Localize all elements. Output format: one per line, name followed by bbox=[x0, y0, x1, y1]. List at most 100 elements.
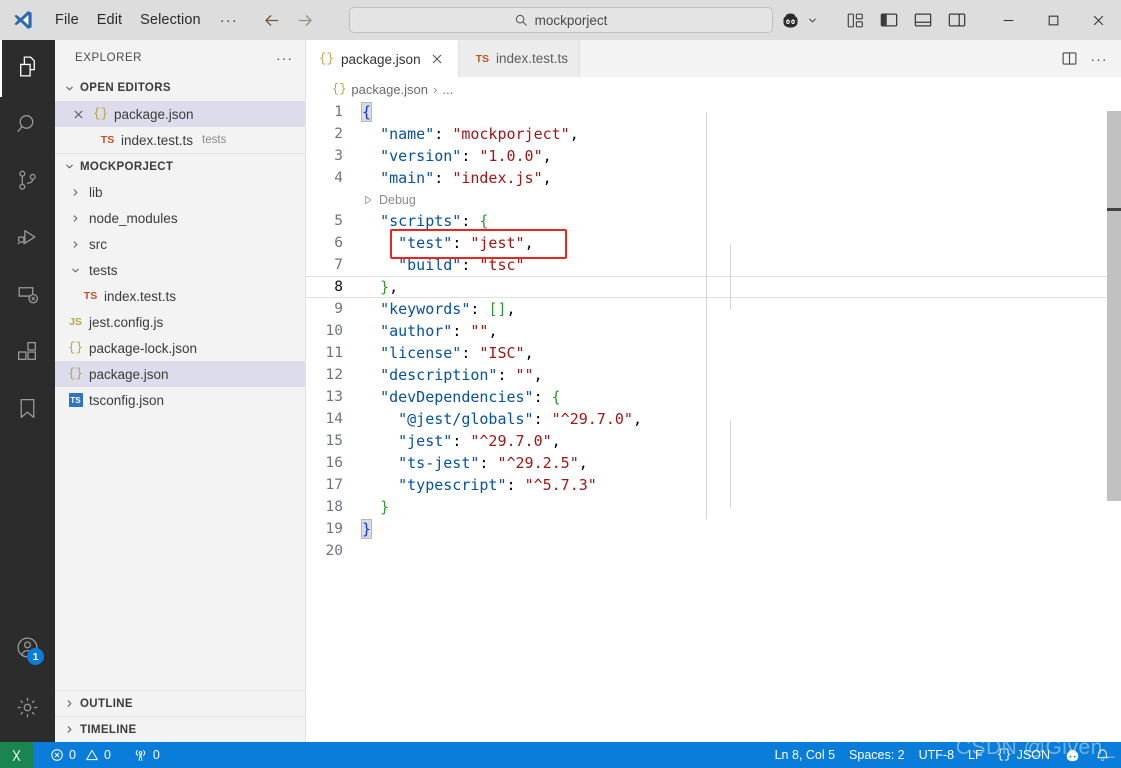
code-token: "^29.7.0" bbox=[470, 432, 552, 450]
eol-label: LF bbox=[968, 748, 983, 762]
chevron-down-icon[interactable] bbox=[807, 15, 818, 26]
activitybar-item-search[interactable] bbox=[0, 97, 55, 154]
split-editor-icon[interactable] bbox=[1055, 45, 1083, 73]
menu-file[interactable]: File bbox=[46, 9, 88, 32]
activitybar-item-accounts[interactable]: 1 bbox=[0, 621, 55, 678]
tsconfig-file-icon: TS bbox=[66, 393, 85, 407]
status-encoding[interactable]: UTF-8 bbox=[912, 742, 961, 768]
code-line[interactable]: 3 "version": "1.0.0", bbox=[306, 145, 1121, 167]
more-actions-icon[interactable]: ··· bbox=[276, 50, 293, 66]
menu-more[interactable]: ··· bbox=[210, 12, 248, 29]
tree-item-lib[interactable]: lib bbox=[55, 179, 305, 205]
section-label: OPEN EDITORS bbox=[80, 82, 171, 94]
code-line[interactable]: 20 bbox=[306, 540, 1121, 562]
status-language-mode[interactable]: {} JSON bbox=[990, 742, 1057, 768]
activitybar-item-manage[interactable] bbox=[0, 678, 55, 742]
section-outline[interactable]: OUTLINE bbox=[55, 690, 305, 716]
activity-bar: 1 bbox=[0, 40, 55, 742]
minimize-icon[interactable] bbox=[986, 0, 1031, 40]
section-open-editors[interactable]: OPEN EDITORS bbox=[55, 75, 305, 101]
remote-indicator-icon[interactable] bbox=[0, 742, 33, 768]
code-line[interactable]: 17 "typescript": "^5.7.3" bbox=[306, 474, 1121, 496]
section-timeline[interactable]: TIMELINE bbox=[55, 716, 305, 742]
maximize-icon[interactable] bbox=[1031, 0, 1076, 40]
code-line[interactable]: 14 "@jest/globals": "^29.7.0", bbox=[306, 408, 1121, 430]
arrow-right-icon[interactable] bbox=[296, 10, 316, 30]
line-content: "@jest/globals": "^29.7.0", bbox=[362, 408, 642, 430]
scrollbar-thumb[interactable] bbox=[1107, 111, 1121, 501]
open-editor-index-test-ts[interactable]: TS index.test.ts tests bbox=[55, 127, 305, 153]
customize-layout-icon[interactable] bbox=[840, 6, 870, 34]
activitybar-item-run-and-debug[interactable] bbox=[0, 211, 55, 268]
breadcrumb-rest[interactable]: ... bbox=[442, 82, 453, 97]
source-control-icon bbox=[15, 168, 40, 198]
code-token: , bbox=[569, 125, 579, 143]
code-line[interactable]: 19} bbox=[306, 518, 1121, 540]
activitybar-item-bookmarks[interactable] bbox=[0, 382, 55, 439]
more-actions-icon[interactable]: ··· bbox=[1085, 45, 1113, 73]
arrow-left-icon[interactable] bbox=[262, 10, 282, 30]
status-ports[interactable]: 0 bbox=[126, 742, 167, 768]
code-line[interactable]: 9 "keywords": [], bbox=[306, 298, 1121, 320]
section-mockporject[interactable]: MOCKPORJECT bbox=[55, 153, 305, 179]
tree-item-package-json[interactable]: {} package.json bbox=[55, 361, 305, 387]
tree-item-node-modules[interactable]: node_modules bbox=[55, 205, 305, 231]
close-icon[interactable] bbox=[69, 109, 87, 120]
play-icon bbox=[362, 194, 374, 206]
status-indentation[interactable]: Spaces: 2 bbox=[842, 742, 912, 768]
status-problems[interactable]: 0 0 bbox=[43, 742, 118, 768]
status-eol[interactable]: LF bbox=[961, 742, 990, 768]
close-icon[interactable] bbox=[428, 50, 447, 69]
code-line[interactable]: 10 "author": "", bbox=[306, 320, 1121, 342]
code-line[interactable]: 1{ bbox=[306, 101, 1121, 123]
editor-group: {} package.json TS index.test.ts ··· {} … bbox=[306, 40, 1121, 742]
tree-item-jest-config-js[interactable]: JS jest.config.js bbox=[55, 309, 305, 335]
code-line[interactable]: 11 "license": "ISC", bbox=[306, 342, 1121, 364]
code-token: "version" bbox=[380, 147, 462, 165]
code-line[interactable]: 15 "jest": "^29.7.0", bbox=[306, 430, 1121, 452]
status-copilot[interactable] bbox=[1057, 742, 1088, 768]
code-line[interactable]: 7 "build": "tsc" bbox=[306, 254, 1121, 276]
code-line[interactable]: 8 }, bbox=[306, 276, 1121, 298]
code-line[interactable]: 6 "test": "jest", bbox=[306, 232, 1121, 254]
code-line[interactable]: 13 "devDependencies": { bbox=[306, 386, 1121, 408]
toggle-panel-icon[interactable] bbox=[908, 6, 938, 34]
editor-scrollbar[interactable] bbox=[1107, 101, 1121, 742]
status-notifications[interactable] bbox=[1088, 742, 1117, 768]
activitybar-item-remote-explorer[interactable] bbox=[0, 268, 55, 325]
menu-selection[interactable]: Selection bbox=[131, 9, 210, 32]
tree-item-package-lock-json[interactable]: {} package-lock.json bbox=[55, 335, 305, 361]
close-icon[interactable] bbox=[1076, 0, 1121, 40]
tree-item-label: index.test.ts bbox=[104, 288, 177, 304]
code-line[interactable]: 4 "main": "index.js", bbox=[306, 167, 1121, 189]
code-line[interactable]: 12 "description": "", bbox=[306, 364, 1121, 386]
tree-item-tests[interactable]: tests bbox=[55, 257, 305, 283]
json-file-icon: {} bbox=[332, 82, 347, 96]
toggle-primary-sidebar-icon[interactable] bbox=[874, 6, 904, 34]
code-line[interactable]: 18 } bbox=[306, 496, 1121, 518]
status-cursor-position[interactable]: Ln 8, Col 5 bbox=[768, 742, 842, 768]
line-content: "license": "ISC", bbox=[362, 342, 534, 364]
toggle-secondary-sidebar-icon[interactable] bbox=[942, 6, 972, 34]
code-line[interactable]: 2 "name": "mockporject", bbox=[306, 123, 1121, 145]
activitybar-item-explorer[interactable] bbox=[0, 40, 55, 97]
code-line[interactable]: 16 "ts-jest": "^29.2.5", bbox=[306, 452, 1121, 474]
tree-item-tsconfig-json[interactable]: TS tsconfig.json bbox=[55, 387, 305, 413]
tree-item-src[interactable]: src bbox=[55, 231, 305, 257]
breadcrumb-file[interactable]: package.json bbox=[351, 82, 428, 97]
codelens-debug[interactable]: Debug bbox=[362, 189, 416, 211]
copilot-menu[interactable] bbox=[769, 6, 824, 34]
code-editor[interactable]: 1{2 "name": "mockporject", 3 "version": "… bbox=[306, 101, 1121, 742]
copilot-icon[interactable] bbox=[775, 6, 805, 34]
activitybar-item-extensions[interactable] bbox=[0, 325, 55, 382]
command-center[interactable]: mockporject bbox=[348, 7, 773, 33]
menu-edit[interactable]: Edit bbox=[88, 9, 131, 32]
tab-package-json[interactable]: {} package.json bbox=[306, 40, 459, 77]
open-editor-package-json[interactable]: {} package.json bbox=[55, 101, 305, 127]
activitybar-item-source-control[interactable] bbox=[0, 154, 55, 211]
code-line[interactable]: 5 "scripts": { bbox=[306, 210, 1121, 232]
tab-index-test-ts[interactable]: TS index.test.ts bbox=[458, 40, 581, 77]
tree-item-index-test-ts[interactable]: TS index.test.ts bbox=[55, 283, 305, 309]
